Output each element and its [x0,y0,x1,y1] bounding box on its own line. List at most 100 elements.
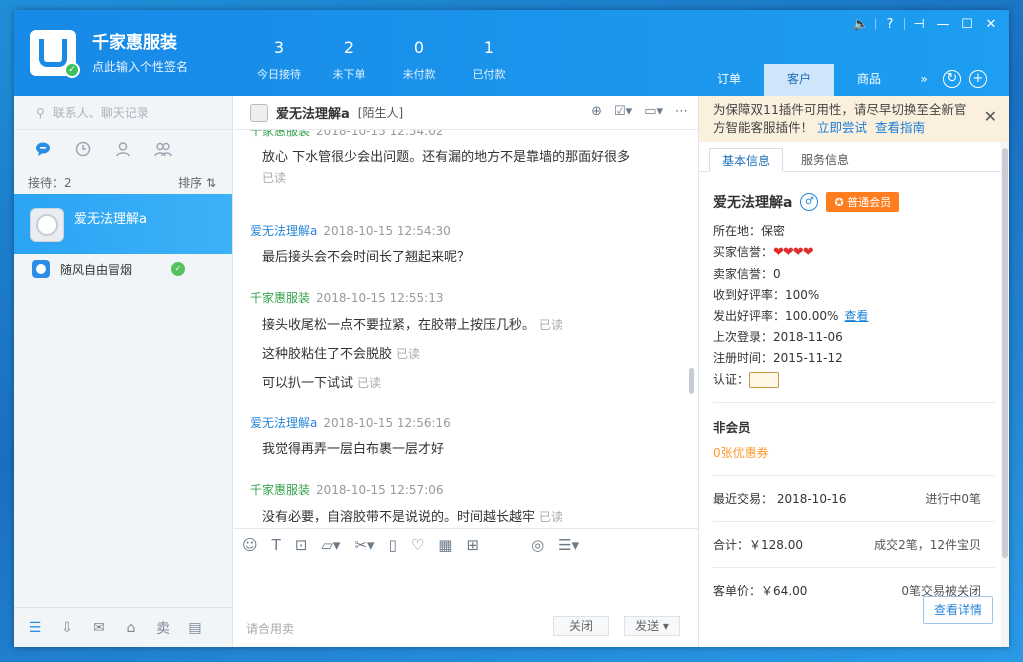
message-block: 爱无法理解a 2018-10-15 12:54:30 最后接头会不会时间长了翘起来… [234,222,684,267]
refresh-icon[interactable]: ↻ [943,70,961,88]
stats-bar: 3 今日接待 2 未下单 0 未付款 1 已付款 [244,38,524,82]
contact-item[interactable]: 爱无法理解a [14,194,232,254]
chat-bubble-icon[interactable] [34,140,52,158]
certification-icon[interactable] [749,372,780,388]
phone-icon[interactable]: ▯ [389,536,397,554]
avatar [30,208,64,242]
try-now-link[interactable]: 立即尝试 [817,120,867,135]
read-status: 已读 [539,318,564,332]
contact-name: 随风自由冒烟 [60,262,133,277]
given-rate: 发出好评率：100.00% 查看 [713,309,869,323]
coupon-icon[interactable]: ⊞ [466,536,479,554]
group-icon[interactable] [154,140,172,158]
message-list: 千家惠服装 2018-10-15 12:54:02 放心 下水管很少会出问题。还有… [234,130,692,525]
close-button[interactable]: ✕ [979,17,1003,32]
folder-icon[interactable]: ▱▾ [321,536,340,554]
signature-field[interactable]: 点此输入个性签名 [92,58,188,75]
tab-products[interactable]: 商品 [834,64,904,96]
chat-scrollbar[interactable] [689,368,694,394]
stat-label: 已付款 [472,68,506,81]
shop-logo[interactable]: ✓ [30,30,80,78]
male-icon: ♂ [800,193,819,211]
sell-icon[interactable]: 卖 [154,618,172,638]
read-status: 已读 [357,376,382,390]
person-icon[interactable] [114,140,132,158]
stat-number: 2 [343,38,355,57]
scissors-icon[interactable]: ✂▾ [354,536,374,554]
stat-paid[interactable]: 1 已付款 [454,38,524,82]
window-icon[interactable]: ▤ [186,620,204,636]
minimize-button[interactable]: — [931,17,955,32]
recent-trade-row: 最近交易： 2018-10-16 进行中0笔 [713,492,981,506]
customer-info: 爱无法理解a ♂ ✪ 普通会员 所在地：保密 买家信誉：❤❤❤❤ 卖家信誉：0 … [699,192,1009,599]
screenshot-icon[interactable]: ⊡ [295,536,308,554]
volume-icon[interactable]: 🔈 [849,17,873,32]
contact-item[interactable]: 随风自由冒烟 ✓ [14,254,232,284]
view-details-button[interactable]: 查看详情 [923,596,993,624]
qianniu-window: ✓ 千家惠服装 点此输入个性签名 3 今日接待 2 未下单 0 未付款 1 已付… [14,10,1009,647]
divider [875,18,876,30]
clock-icon[interactable] [74,140,92,158]
pin-icon[interactable]: ⊣ [907,17,931,32]
calculator-icon[interactable]: ▦ [438,536,452,554]
info-scrollbar[interactable] [1001,142,1009,647]
history-icon[interactable]: ☰▾ [558,536,579,554]
tab-customers[interactable]: 客户 [764,64,834,96]
view-link[interactable]: 查看 [844,309,868,323]
search-bar[interactable]: ⚲ 联系人、聊天记录 [14,96,232,130]
message-time: 2018-10-15 12:54:30 [323,224,451,238]
message-input-area[interactable]: 请合用卖 关闭 发送 ▾ [234,560,698,647]
video-icon[interactable]: ▭▾ [644,104,663,119]
store-icon[interactable]: ⌂ [122,620,140,636]
message-time: 2018-10-15 12:56:16 [323,416,451,430]
read-status: 已读 [539,510,564,524]
buyer-credit: 买家信誉：❤❤❤❤ [713,245,814,260]
help-icon[interactable]: ? [878,17,902,32]
seller-credit: 卖家信誉：0 [713,267,781,281]
message-block: 千家惠服装 2018-10-15 12:55:13 接头收尾松一点不要拉紧，在胶带… [234,289,684,393]
tab-more-button[interactable]: » [904,64,944,96]
view-guide-link[interactable]: 查看指南 [875,120,925,135]
add-contact-icon[interactable]: ⊕ [591,104,602,119]
received-rate: 收到好评率：100% [713,288,820,302]
input-toolbar: ☺ T ⊡ ▱▾ ✂▾ ▯ ♡ ▦ ⊞ ◎ ☰▾ [234,528,698,560]
font-icon[interactable]: T [272,536,281,554]
sort-button[interactable]: 排序 ⇅ [178,174,216,191]
tab-orders[interactable]: 订单 [694,64,764,96]
message-block: 千家惠服装 2018-10-15 12:54:02 放心 下水管很少会出问题。还有… [234,130,684,186]
menu-icon[interactable]: ☰ [26,620,44,636]
send-button[interactable]: 发送 ▾ [624,616,680,636]
total-row: 合计：￥128.00 成交2笔，12件宝贝 [713,538,981,552]
heart-icon[interactable]: ♡ [411,536,424,554]
nav-extra-icons: ↻ + [943,70,987,88]
quick-reply-icon[interactable]: ◎ [531,536,544,554]
tab-basic-info[interactable]: 基本信息 [709,148,784,172]
close-icon[interactable]: ✕ [984,108,997,126]
last-login: 上次登录：2018-11-06 [713,330,843,344]
sender-name: 千家惠服装 [250,483,311,497]
chat-header: 爱无法理解a [陌生人] ⊕ ☑▾ ▭▾ ⋯ [234,96,698,130]
stat-not-ordered[interactable]: 2 未下单 [314,38,384,82]
customer-header: 爱无法理解a ♂ ✪ 普通会员 [713,192,995,212]
message-header: 爱无法理解a 2018-10-15 12:56:16 [234,414,684,431]
stat-unpaid[interactable]: 0 未付款 [384,38,454,82]
title-bar: ✓ 千家惠服装 点此输入个性签名 3 今日接待 2 未下单 0 未付款 1 已付… [14,10,1009,96]
search-input[interactable]: 联系人、聊天记录 [53,104,149,121]
close-chat-button[interactable]: 关闭 [553,616,609,636]
mail-icon[interactable]: ✉ [90,620,108,636]
add-icon[interactable]: + [969,70,987,88]
download-icon[interactable]: ⇩ [58,620,76,636]
task-icon[interactable]: ☑▾ [614,104,632,119]
stat-today-received[interactable]: 3 今日接待 [244,38,314,82]
message-input[interactable]: 请合用卖 [246,620,294,637]
shop-name: 千家惠服装 [92,33,177,53]
message-text: 接头收尾松一点不要拉紧，在胶带上按压几秒。 [262,318,536,333]
coupon-count[interactable]: 0张优惠券 [713,444,995,461]
maximize-button[interactable]: ☐ [955,17,979,32]
message-header: 千家惠服装 2018-10-15 12:57:06 [234,481,684,498]
more-icon[interactable]: ⋯ [675,104,688,119]
customer-info-panel: 为保障双11插件可用性，请尽早切换至全新官方智能客服插件！ 立即尝试 查看指南 … [698,96,1009,647]
hearts-icon: ❤❤❤❤ [773,245,814,260]
emoji-icon[interactable]: ☺ [242,536,258,554]
tab-service-info[interactable]: 服务信息 [789,148,861,171]
